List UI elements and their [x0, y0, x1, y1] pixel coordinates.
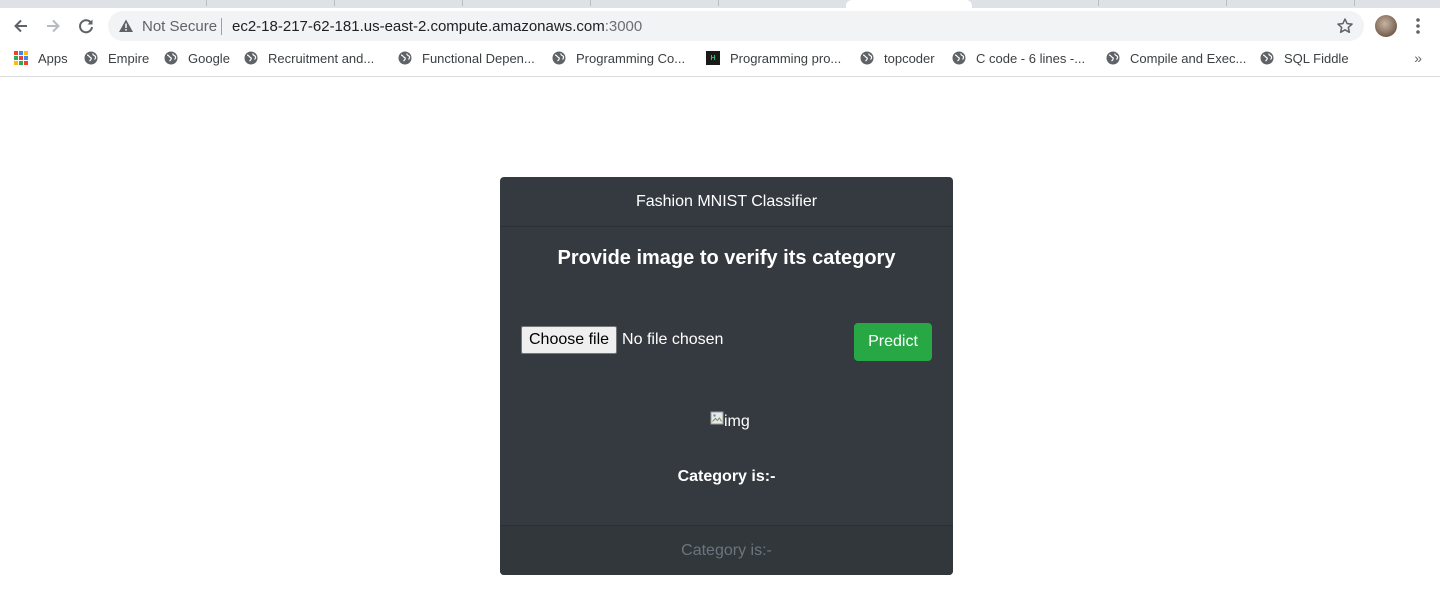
- bookmark-programming-pro[interactable]: H Programming pro...: [706, 49, 841, 67]
- tab-separator: [718, 0, 719, 6]
- choose-file-button[interactable]: Choose file: [521, 326, 618, 354]
- card-footer: Category is:-: [500, 525, 953, 575]
- forward-arrow-icon: [47, 19, 60, 33]
- bookmark-label: topcoder: [884, 50, 935, 66]
- card-header: Fashion MNIST Classifier: [500, 177, 953, 227]
- profile-avatar[interactable]: [1375, 15, 1397, 37]
- globe-icon: [552, 51, 566, 65]
- preview-image: img: [710, 411, 750, 431]
- bookmark-recruitment[interactable]: Recruitment and...: [244, 49, 374, 67]
- globe-icon: [244, 51, 258, 65]
- bookmark-c-code[interactable]: C code - 6 lines -...: [952, 49, 1085, 67]
- bookmark-label: Functional Depen...: [422, 50, 535, 66]
- bookmark-label: Compile and Exec...: [1130, 50, 1247, 66]
- app-header-title: Fashion MNIST Classifier: [635, 192, 818, 210]
- bookmark-compile-and-exec[interactable]: Compile and Exec...: [1106, 49, 1246, 67]
- back-button[interactable]: [8, 13, 34, 39]
- bookmark-empire[interactable]: Empire: [84, 49, 149, 67]
- bookmark-label: Recruitment and...: [268, 50, 375, 66]
- bookmarks-overflow-button[interactable]: »: [1414, 50, 1422, 66]
- classifier-card: Fashion MNIST Classifier Provide image t…: [500, 177, 953, 575]
- browser-toolbar: Not Secure ec2-18-217-62-181.us-east-2.c…: [0, 8, 1440, 44]
- bookmark-topcoder[interactable]: topcoder: [860, 49, 935, 67]
- hackerrank-icon: H: [706, 51, 720, 65]
- url-port: :3000: [604, 18, 643, 35]
- warning-icon: [119, 19, 133, 32]
- broken-image-icon: [710, 411, 724, 425]
- bookmark-google[interactable]: Google: [164, 49, 230, 67]
- kebab-menu-icon[interactable]: [1409, 16, 1427, 36]
- bookmark-label: C code - 6 lines -...: [976, 50, 1086, 66]
- url-separator: [221, 18, 222, 35]
- url-text[interactable]: ec2-18-217-62-181.us-east-2.compute.amaz…: [232, 18, 642, 35]
- tab-separator: [462, 0, 463, 6]
- bookmark-apps[interactable]: Apps: [14, 49, 68, 67]
- globe-icon: [84, 51, 98, 65]
- tab-separator: [1354, 0, 1355, 6]
- tab-strip: [0, 0, 1440, 8]
- globe-icon: [860, 51, 874, 65]
- globe-icon: [1260, 51, 1274, 65]
- bookmark-label: SQL Fiddle: [1284, 50, 1349, 66]
- file-status-text: No file chosen: [622, 331, 724, 348]
- globe-icon: [164, 51, 178, 65]
- apps-grid-icon: [14, 51, 28, 65]
- active-tab[interactable]: [846, 0, 972, 8]
- bookmark-label: Google: [188, 50, 230, 66]
- category-result: Category is:-: [677, 468, 776, 485]
- footer-category-text: Category is:-: [681, 541, 772, 559]
- reload-button[interactable]: [73, 13, 99, 39]
- tab-separator: [1098, 0, 1099, 6]
- toolbar-divider: [0, 76, 1440, 77]
- reload-icon: [79, 19, 93, 34]
- bookmark-label: Empire: [108, 50, 150, 66]
- address-bar[interactable]: Not Secure ec2-18-217-62-181.us-east-2.c…: [108, 11, 1364, 41]
- file-input[interactable]: Choose file No file chosen: [521, 326, 723, 354]
- forward-button[interactable]: [40, 13, 66, 39]
- image-alt-text: img: [724, 413, 750, 430]
- globe-icon: [1106, 51, 1120, 65]
- bookmarks-bar: Apps Empire Google Recruitment and... Fu…: [0, 44, 1440, 72]
- back-arrow-icon: [14, 19, 27, 33]
- globe-icon: [952, 51, 966, 65]
- predict-button[interactable]: Predict: [854, 323, 932, 361]
- bookmark-star-icon[interactable]: [1336, 17, 1354, 35]
- card-title: Provide image to verify its category: [557, 247, 896, 269]
- tab-separator: [334, 0, 335, 6]
- security-indicator[interactable]: Not Secure: [142, 18, 217, 35]
- bookmark-functional-dependencies[interactable]: Functional Depen...: [398, 49, 535, 67]
- bookmark-label: Programming Co...: [576, 50, 686, 66]
- bookmark-sql-fiddle[interactable]: SQL Fiddle: [1260, 49, 1349, 67]
- bookmark-label: Programming pro...: [730, 50, 842, 66]
- bookmark-label: Apps: [38, 50, 68, 66]
- tab-separator: [590, 0, 591, 6]
- tab-separator: [206, 0, 207, 6]
- bookmark-programming-co[interactable]: Programming Co...: [552, 49, 685, 67]
- url-host: ec2-18-217-62-181.us-east-2.compute.amaz…: [232, 18, 605, 35]
- tab-separator: [1226, 0, 1227, 6]
- globe-icon: [398, 51, 412, 65]
